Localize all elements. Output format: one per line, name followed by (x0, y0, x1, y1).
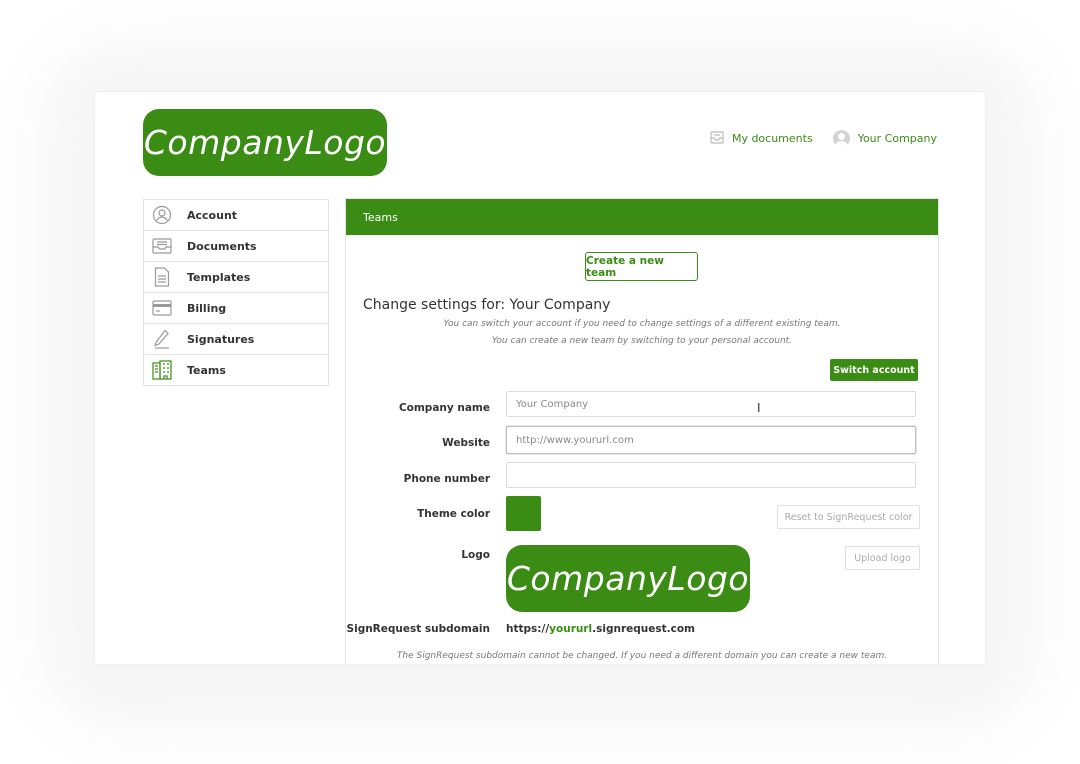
user-circle-icon (151, 205, 173, 225)
sidebar-item-signatures[interactable]: Signatures (144, 324, 328, 355)
sidebar-item-label: Signatures (187, 332, 255, 346)
logo-label: Logo (461, 549, 490, 561)
subdomain-suffix: .signrequest.com (592, 623, 696, 635)
teams-panel: Teams Create a new team Change settings … (345, 198, 939, 664)
pen-icon (151, 329, 173, 349)
inbox-tray-icon (151, 236, 173, 256)
account-name: Your Company (857, 132, 937, 145)
building-icon (151, 360, 173, 380)
top-navigation: My documents Your Company (710, 130, 937, 147)
switch-account-button[interactable]: Switch account (830, 359, 918, 381)
sidebar-item-label: Documents (187, 239, 257, 253)
settings-title: Change settings for: Your Company (363, 297, 611, 313)
phone-number-input[interactable] (506, 462, 916, 488)
subdomain-label: SignRequest subdomain (346, 623, 490, 635)
phone-number-label: Phone number (403, 473, 490, 485)
subdomain-value: https://yoururl.signrequest.com (506, 623, 695, 635)
panel-title: Teams (363, 210, 398, 224)
subdomain-name: yoururl (549, 623, 593, 635)
sidebar-item-label: Templates (187, 270, 251, 284)
panel-header: Teams (346, 199, 938, 235)
credit-card-icon (151, 298, 173, 318)
company-name-input[interactable] (506, 391, 916, 417)
sidebar-item-billing[interactable]: Billing (144, 293, 328, 324)
sidebar-item-label: Account (187, 208, 238, 222)
inbox-icon (710, 130, 724, 147)
sidebar-item-templates[interactable]: Templates (144, 262, 328, 293)
website-input[interactable] (506, 426, 916, 454)
my-documents-link[interactable]: My documents (710, 130, 813, 147)
company-logo[interactable]: CompanyLogo (143, 109, 387, 176)
logo-preview: CompanyLogo (506, 545, 750, 612)
text-cursor-icon: I (757, 401, 761, 415)
company-logo-text: CompanyLogo (143, 123, 387, 162)
my-documents-label: My documents (731, 132, 813, 145)
subdomain-hint: The SignRequest subdomain cannot be chan… (396, 651, 888, 661)
sidebar-item-label: Billing (187, 301, 227, 315)
avatar-icon (832, 130, 850, 147)
settings-sidebar: Account Documents Templates Billing Sign… (143, 199, 329, 386)
sidebar-item-label: Teams (187, 363, 226, 377)
theme-color-swatch[interactable] (506, 496, 541, 531)
account-menu[interactable]: Your Company (832, 130, 937, 147)
sidebar-item-account[interactable]: Account (144, 200, 328, 231)
logo-preview-text: CompanyLogo (506, 559, 750, 598)
website-label: Website (442, 437, 490, 449)
sidebar-item-teams[interactable]: Teams (144, 355, 328, 385)
sidebar-item-documents[interactable]: Documents (144, 231, 328, 262)
create-team-button[interactable]: Create a new team (585, 252, 698, 281)
app-window: CompanyLogo My documents Your Company Ac… (95, 92, 985, 664)
switch-account-hint: You can switch your account if you need … (443, 319, 841, 329)
document-icon (151, 267, 173, 287)
create-team-hint: You can create a new team by switching t… (491, 336, 793, 346)
subdomain-prefix: https:// (506, 623, 550, 635)
company-name-label: Company name (398, 402, 490, 414)
theme-color-label: Theme color (417, 508, 490, 520)
reset-color-button[interactable]: Reset to SignRequest color (777, 505, 920, 529)
upload-logo-button[interactable]: Upload logo (845, 546, 920, 570)
